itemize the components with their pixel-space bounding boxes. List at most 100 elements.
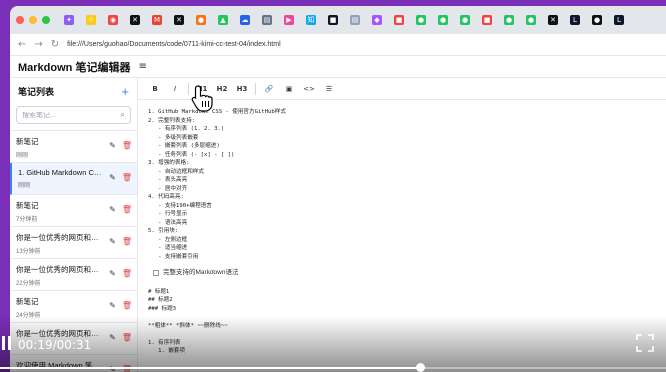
- x-icon: ✕: [548, 15, 558, 25]
- browser-tab[interactable]: ●: [500, 11, 518, 29]
- window-controls: [16, 16, 50, 24]
- close-window-icon[interactable]: [16, 16, 24, 24]
- search-input[interactable]: [22, 111, 112, 119]
- italic-button[interactable]: I: [168, 81, 182, 97]
- editor-line: - 支持190+编程语言: [148, 202, 212, 209]
- app-header: Markdown 笔记编辑器 ≡: [10, 56, 666, 78]
- task-item: 完整支持的Markdown语法: [153, 269, 656, 278]
- browser-tab[interactable]: ✦: [60, 11, 78, 29]
- task-checkbox[interactable]: [153, 270, 159, 277]
- trash-icon[interactable]: 🗑: [122, 269, 132, 278]
- browser-tab[interactable]: ●: [412, 11, 430, 29]
- hand-cursor-icon: [191, 85, 213, 112]
- code-icon[interactable]: <>: [302, 81, 316, 97]
- browser-tab[interactable]: 知: [302, 11, 320, 29]
- edit-icon[interactable]: ✎: [109, 237, 116, 246]
- edit-icon[interactable]: ✎: [109, 141, 116, 150]
- browser-tab[interactable]: L: [566, 11, 584, 29]
- wechat-icon: ●: [504, 15, 514, 25]
- note-title: 新笔记: [16, 137, 39, 146]
- bold-button[interactable]: B: [148, 81, 162, 97]
- note-title: 新笔记: [16, 201, 39, 210]
- browser-tab[interactable]: ■: [390, 11, 408, 29]
- browser-tab[interactable]: ◉: [104, 11, 122, 29]
- back-icon[interactable]: ←: [18, 39, 26, 50]
- sidebar-header: 笔记列表 +: [10, 78, 137, 104]
- pause-bar: [8, 336, 11, 350]
- trash-icon[interactable]: 🗑: [122, 301, 132, 310]
- browser-tab[interactable]: L: [610, 11, 628, 29]
- reload-icon[interactable]: ↻: [51, 39, 59, 50]
- pause-icon[interactable]: [2, 336, 12, 350]
- image-icon[interactable]: ▣: [282, 81, 296, 97]
- video-progress-fill: [0, 367, 420, 369]
- video-progress-knob[interactable]: [416, 363, 425, 372]
- video-time: 00:19/00:31: [18, 338, 92, 352]
- editor-line: - 适当缩进: [148, 245, 188, 251]
- note-actions: ✎🗑: [109, 237, 132, 246]
- trash-icon[interactable]: 🗑: [122, 173, 132, 182]
- browser-tab[interactable]: ✕: [126, 11, 144, 29]
- cloud-icon: ☁: [240, 15, 250, 25]
- browser-tab[interactable]: ✕: [544, 11, 562, 29]
- browser-tab[interactable]: ●: [522, 11, 540, 29]
- note-item[interactable]: 你是一位优秀的网页和营... 13分钟前 ✎ 🗑: [10, 227, 137, 259]
- zhihu-icon: 知: [306, 15, 316, 25]
- browser-tab[interactable]: ▤: [258, 11, 276, 29]
- editor-line: ### 标题3: [148, 305, 177, 312]
- browser-tab[interactable]: ▲: [214, 11, 232, 29]
- toolbar-divider: [255, 82, 256, 95]
- list-icon[interactable]: ☰: [322, 81, 336, 97]
- note-actions: ✎🗑: [109, 269, 132, 278]
- fullscreen-icon[interactable]: [636, 334, 654, 352]
- note-item[interactable]: 新笔记 刚刚 ✎ 🗑: [10, 131, 137, 163]
- browser-tab[interactable]: ■: [478, 11, 496, 29]
- toolbar-divider: [188, 82, 189, 95]
- note-item[interactable]: 1. GitHub Markdown CSS... 刚刚 ✎ 🗑: [10, 163, 137, 195]
- trash-icon[interactable]: 🗑: [122, 141, 132, 150]
- gmail-icon: M: [152, 15, 162, 25]
- edit-icon[interactable]: ✎: [109, 205, 116, 214]
- wechat-icon: ●: [460, 15, 470, 25]
- note-title: 新笔记: [16, 297, 39, 306]
- browser-tab[interactable]: ■: [324, 11, 342, 29]
- note-actions: ✎🗑: [109, 301, 132, 310]
- browser-tab[interactable]: ▤: [346, 11, 364, 29]
- menu-icon[interactable]: ≡: [138, 61, 146, 72]
- add-note-icon[interactable]: +: [121, 84, 129, 99]
- note-item[interactable]: 你是一位优秀的网页和营... 22分钟前 ✎ 🗑: [10, 259, 137, 291]
- minimize-window-icon[interactable]: [29, 16, 37, 24]
- app-icon: ■: [482, 15, 492, 25]
- browser-tab[interactable]: ●: [192, 11, 210, 29]
- note-item[interactable]: 新笔记 7分钟前 ✎ 🗑: [10, 195, 137, 227]
- browser-tab[interactable]: ◆: [368, 11, 386, 29]
- edit-icon[interactable]: ✎: [109, 173, 116, 182]
- editor-line: 2. 完整列表支持:: [148, 117, 196, 124]
- browser-tab[interactable]: ●: [456, 11, 474, 29]
- browser-tab[interactable]: ☼: [82, 11, 100, 29]
- h3-button[interactable]: H3: [235, 81, 249, 97]
- browser-tab[interactable]: ☁: [236, 11, 254, 29]
- trash-icon[interactable]: 🗑: [122, 205, 132, 214]
- browser-tab[interactable]: ●: [588, 11, 606, 29]
- maximize-window-icon[interactable]: [42, 16, 50, 24]
- link-icon[interactable]: 🔗: [262, 81, 276, 97]
- video-overlay: [0, 316, 666, 372]
- browser-tab[interactable]: M: [148, 11, 166, 29]
- editor-line: - 有序列表 (1. 2. 3.): [148, 126, 225, 132]
- search-icon[interactable]: ⌕: [121, 110, 125, 120]
- github-icon: ●: [592, 15, 602, 25]
- url-text[interactable]: file:///Users/guohao/Documents/code/0711…: [67, 41, 280, 48]
- note-title: 你是一位优秀的网页和营...: [16, 265, 104, 274]
- edit-icon[interactable]: ✎: [109, 301, 116, 310]
- browser-tab[interactable]: ▶: [280, 11, 298, 29]
- browser-tab[interactable]: ●: [434, 11, 452, 29]
- editor-line: ## 标题2: [148, 297, 173, 303]
- trash-icon[interactable]: 🗑: [122, 237, 132, 246]
- h2-button[interactable]: H2: [215, 81, 229, 97]
- editor-line: - 嵌套列表 (多层缩进): [148, 143, 220, 149]
- forward-icon[interactable]: →: [34, 39, 42, 50]
- edit-icon[interactable]: ✎: [109, 269, 116, 278]
- browser-tab[interactable]: ✕: [170, 11, 188, 29]
- sparkle-icon: ✦: [64, 15, 74, 25]
